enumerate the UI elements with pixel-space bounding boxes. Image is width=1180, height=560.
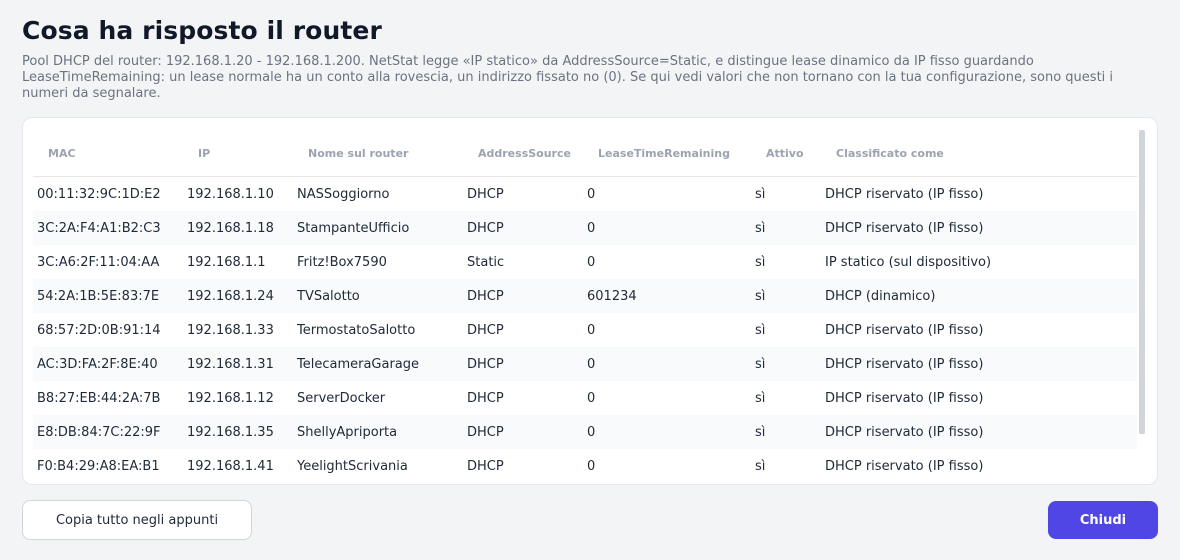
table-row[interactable]: 3C:A6:2F:11:04:AA 192.168.1.1 Fritz!Box7…	[33, 245, 1137, 279]
cell-classified-as: DHCP riservato (IP fisso)	[825, 322, 984, 338]
cell-lease-time-remaining: 0	[583, 347, 751, 381]
cell-address-source: DHCP	[463, 279, 583, 313]
cell-ip: 192.168.1.1	[187, 254, 266, 270]
cell-classified-as: DHCP (dinamico)	[821, 279, 1137, 313]
cell-router-name: ServerDocker	[297, 390, 386, 406]
cell-address-source: DHCP	[463, 415, 583, 449]
cell-ip: 192.168.1.35	[183, 415, 293, 449]
cell-active: sì	[755, 390, 766, 406]
cell-address-source: DHCP	[463, 211, 583, 245]
copy-all-button[interactable]: Copia tutto negli appunti	[22, 500, 252, 540]
cell-mac: 00:11:32:9C:1D:E2	[37, 186, 161, 202]
cell-address-source: DHCP	[467, 322, 504, 338]
cell-active: sì	[751, 415, 821, 449]
table-row[interactable]: F0:B4:29:A8:EA:B1 192.168.1.41 YeelightS…	[33, 449, 1137, 476]
table-header-row: MAC IP Nome sul router AddressSource Lea…	[33, 130, 1137, 177]
cell-mac: 68:57:2D:0B:91:14	[37, 322, 161, 338]
column-header-address-source[interactable]: AddressSource	[463, 130, 583, 177]
cell-mac: 54:2A:1B:5E:83:7E	[33, 279, 183, 313]
table-row[interactable]: E8:DB:84:7C:22:9F 192.168.1.35 ShellyApr…	[33, 415, 1137, 449]
cell-active: sì	[755, 458, 766, 474]
cell-lease-time-remaining: 0	[587, 186, 596, 202]
cell-router-name: ShellyApriporta	[293, 415, 463, 449]
column-header-ip[interactable]: IP	[183, 130, 293, 177]
cell-address-source: Static	[467, 254, 505, 270]
router-response-dialog: Cosa ha risposto il router Pool DHCP del…	[0, 0, 1180, 560]
cell-ip: 192.168.1.10	[187, 186, 274, 202]
cell-active: sì	[755, 186, 766, 202]
table-row[interactable]: 68:57:2D:0B:91:14 192.168.1.33 Termostat…	[33, 313, 1137, 347]
cell-ip: 192.168.1.33	[187, 322, 274, 338]
cell-active: sì	[751, 347, 821, 381]
table-row[interactable]: B8:27:EB:44:2A:7B 192.168.1.12 ServerDoc…	[33, 381, 1137, 415]
cell-mac: B8:27:EB:44:2A:7B	[37, 390, 161, 406]
cell-classified-as: DHCP riservato (IP fisso)	[825, 186, 984, 202]
cell-classified-as: DHCP riservato (IP fisso)	[821, 347, 1137, 381]
cell-mac: 3C:2A:F4:A1:B2:C3	[33, 211, 183, 245]
column-header-classified-as[interactable]: Classificato come	[821, 130, 1137, 177]
cell-lease-time-remaining: 0	[587, 458, 596, 474]
cell-lease-time-remaining: 0	[587, 390, 596, 406]
dialog-description: Pool DHCP del router: 192.168.1.20 - 192…	[22, 54, 1114, 101]
lease-table-card: MAC IP Nome sul router AddressSource Lea…	[22, 117, 1158, 485]
cell-active: sì	[751, 211, 821, 245]
table-row[interactable]: 54:2A:1B:5E:83:7E 192.168.1.24 TVSalotto…	[33, 279, 1137, 313]
cell-classified-as: DHCP riservato (IP fisso)	[825, 458, 984, 474]
cell-router-name: Fritz!Box7590	[297, 254, 387, 270]
cell-active: sì	[751, 279, 821, 313]
column-header-router-name[interactable]: Nome sul router	[293, 130, 463, 177]
cell-active: sì	[755, 254, 766, 270]
table-row[interactable]: 00:11:32:9C:1D:E2 192.168.1.10 NASSoggio…	[33, 177, 1137, 212]
cell-ip: 192.168.1.12	[187, 390, 274, 406]
cell-ip: 192.168.1.31	[183, 347, 293, 381]
cell-classified-as: DHCP riservato (IP fisso)	[821, 211, 1137, 245]
table-scrollbar[interactable]	[1139, 130, 1145, 434]
column-header-active[interactable]: Attivo	[751, 130, 821, 177]
column-header-lease-time-remaining[interactable]: LeaseTimeRemaining	[583, 130, 751, 177]
cell-lease-time-remaining: 601234	[583, 279, 751, 313]
dialog-title: Cosa ha risposto il router	[22, 16, 382, 45]
cell-address-source: DHCP	[463, 347, 583, 381]
cell-address-source: DHCP	[467, 458, 504, 474]
cell-mac: AC:3D:FA:2F:8E:40	[33, 347, 183, 381]
lease-table: MAC IP Nome sul router AddressSource Lea…	[33, 130, 1137, 476]
close-button[interactable]: Chiudi	[1048, 501, 1158, 539]
table-row[interactable]: AC:3D:FA:2F:8E:40 192.168.1.31 Telecamer…	[33, 347, 1137, 381]
cell-router-name: YeelightScrivania	[297, 458, 408, 474]
cell-lease-time-remaining: 0	[583, 211, 751, 245]
cell-ip: 192.168.1.18	[183, 211, 293, 245]
cell-lease-time-remaining: 0	[587, 254, 596, 270]
table-row[interactable]: 3C:2A:F4:A1:B2:C3 192.168.1.18 Stampante…	[33, 211, 1137, 245]
cell-router-name: StampanteUfficio	[293, 211, 463, 245]
cell-active: sì	[755, 322, 766, 338]
cell-mac: 3C:A6:2F:11:04:AA	[37, 254, 160, 270]
column-header-mac[interactable]: MAC	[33, 130, 183, 177]
cell-address-source: DHCP	[467, 390, 504, 406]
cell-router-name: TermostatoSalotto	[297, 322, 416, 338]
cell-lease-time-remaining: 0	[583, 415, 751, 449]
cell-address-source: DHCP	[467, 186, 504, 202]
cell-classified-as: DHCP riservato (IP fisso)	[825, 390, 984, 406]
cell-mac: E8:DB:84:7C:22:9F	[33, 415, 183, 449]
cell-router-name: TVSalotto	[293, 279, 463, 313]
cell-router-name: NASSoggiorno	[297, 186, 390, 202]
cell-ip: 192.168.1.24	[183, 279, 293, 313]
cell-classified-as: IP statico (sul dispositivo)	[825, 254, 992, 270]
lease-table-scroll-area[interactable]: MAC IP Nome sul router AddressSource Lea…	[33, 130, 1137, 476]
cell-classified-as: DHCP riservato (IP fisso)	[821, 415, 1137, 449]
cell-lease-time-remaining: 0	[587, 322, 596, 338]
cell-ip: 192.168.1.41	[187, 458, 274, 474]
cell-mac: F0:B4:29:A8:EA:B1	[37, 458, 160, 474]
cell-router-name: TelecameraGarage	[293, 347, 463, 381]
